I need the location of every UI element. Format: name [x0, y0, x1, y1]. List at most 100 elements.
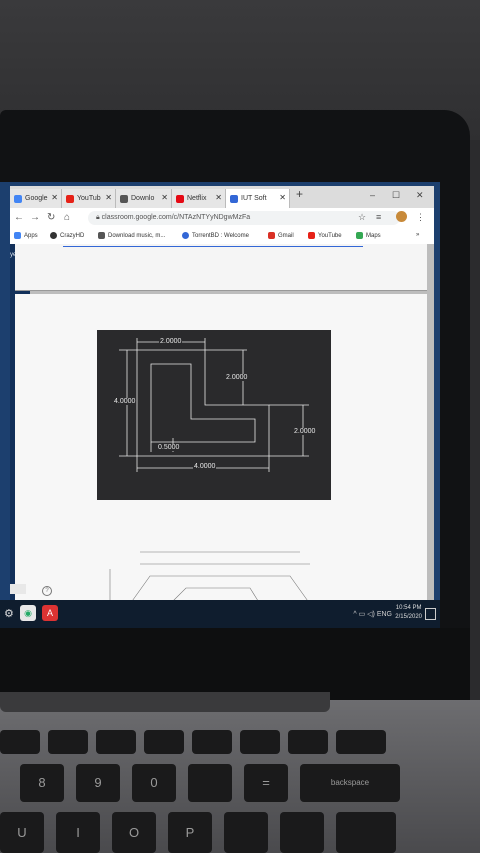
key-equals[interactable]: = — [244, 764, 288, 802]
keyboard: 8 9 0 = backspace U I O P — [0, 730, 480, 853]
autocad-icon[interactable]: A — [42, 605, 58, 621]
dim-right-inner: 2.0000 — [225, 374, 249, 381]
gmail-icon — [268, 232, 275, 239]
key-backspace[interactable]: backspace — [300, 764, 400, 802]
bookmark-crazyhd[interactable]: CrazyHD — [50, 232, 84, 239]
bookmark-label: Gmail — [278, 232, 294, 239]
key[interactable] — [280, 812, 324, 853]
cad-drawing: 2.0000 2.0000 4.0000 2.0000 0.5000 4.000… — [97, 330, 331, 500]
card-accent-line — [63, 246, 363, 247]
chrome-icon[interactable]: ◉ — [20, 605, 36, 621]
rail-box — [10, 584, 26, 594]
key-i[interactable]: I — [56, 812, 100, 853]
classroom-icon — [230, 194, 238, 203]
key[interactable] — [288, 730, 328, 754]
laptop-screen: Google ✕ YouTub ✕ Downlo ✕ Netflix ✕ IUT… — [0, 182, 440, 628]
key-minus[interactable] — [188, 764, 232, 802]
dim-top-width: 2.0000 — [159, 338, 183, 345]
forward-icon[interactable]: → — [30, 212, 40, 223]
close-tab-icon[interactable]: ✕ — [51, 193, 58, 202]
key-p[interactable]: P — [168, 812, 212, 853]
tab-netflix[interactable]: Netflix ✕ — [172, 189, 226, 208]
download-site-icon — [98, 232, 105, 239]
url-text: classroom.google.com/c/NTAzNTYyNDgwMzFa — [101, 214, 251, 221]
address-bar[interactable]: 🔒︎ classroom.google.com/c/NTAzNTYyNDgwMz… — [88, 211, 400, 225]
bookmark-label: Apps — [24, 232, 38, 239]
reading-list-icon[interactable]: ≡ — [376, 212, 381, 222]
tab-google[interactable]: Google ✕ — [10, 189, 62, 208]
clock[interactable]: 10:54 PM 2/15/2020 — [395, 604, 422, 622]
key-9[interactable]: 9 — [76, 764, 120, 802]
bookmark-label: CrazyHD — [60, 232, 85, 239]
key-0[interactable]: 0 — [132, 764, 176, 802]
key[interactable] — [240, 730, 280, 754]
close-window-button[interactable]: ✕ — [416, 190, 424, 201]
netflix-icon — [176, 194, 184, 203]
bookmarks-bar: Apps CrazyHD Download music, m... Torren… — [10, 228, 434, 245]
bookmark-label: Maps — [366, 232, 381, 239]
windows-taskbar: ⚙ ◉ A ^ ▭ ◁) ENG 10:54 PM 2/15/2020 — [0, 600, 440, 628]
key-u[interactable]: U — [0, 812, 44, 853]
bookmark-label: Download music, m... — [108, 232, 166, 239]
bookmark-download-music[interactable]: Download music, m... — [98, 232, 165, 239]
bookmark-torrentbd[interactable]: TorrentBD : Welcome — [182, 232, 249, 239]
key[interactable] — [0, 730, 40, 754]
dim-bottom-width: 4.0000 — [193, 463, 217, 470]
key[interactable] — [224, 812, 268, 853]
tab-youtube[interactable]: YouTub ✕ — [62, 189, 116, 208]
bookmark-gmail[interactable]: Gmail — [268, 232, 294, 239]
tab-label: Downlo — [131, 195, 155, 202]
notification-icon[interactable] — [425, 608, 436, 620]
minimize-button[interactable]: – — [370, 190, 375, 200]
clock-time: 10:54 PM — [395, 605, 422, 611]
tab-label: YouTub — [77, 195, 101, 202]
more-bookmarks-button[interactable]: » — [416, 232, 419, 238]
key[interactable] — [48, 730, 88, 754]
key[interactable] — [336, 730, 386, 754]
apps-grid-icon — [14, 232, 21, 239]
gear-icon[interactable]: ⚙ — [4, 607, 14, 620]
close-tab-icon[interactable]: ✕ — [105, 193, 112, 202]
close-tab-icon[interactable]: ✕ — [215, 193, 222, 202]
bookmark-apps[interactable]: Apps — [14, 232, 38, 239]
clock-date: 2/15/2020 — [395, 614, 422, 620]
close-tab-icon[interactable]: ✕ — [161, 193, 168, 202]
tab-iut-software[interactable]: IUT Soft ✕ — [226, 189, 290, 208]
home-icon[interactable]: ⌂ — [64, 212, 70, 223]
reload-icon[interactable]: ↻ — [47, 212, 55, 223]
new-tab-button[interactable]: + — [296, 187, 303, 201]
maps-icon — [356, 232, 363, 239]
system-tray[interactable]: ^ ▭ ◁) ENG — [353, 610, 392, 618]
profile-avatar[interactable] — [396, 211, 407, 222]
youtube-icon — [308, 232, 315, 239]
key[interactable] — [96, 730, 136, 754]
dim-left-height: 4.0000 — [113, 398, 137, 405]
bookmark-label: TorrentBD : Welcome — [192, 232, 249, 239]
tab-label: Google — [25, 195, 48, 202]
key-o[interactable]: O — [112, 812, 156, 853]
key[interactable] — [192, 730, 232, 754]
dim-wall: 0.5000 — [157, 444, 181, 451]
crazyhd-icon — [50, 232, 57, 239]
bookmark-maps[interactable]: Maps — [356, 232, 381, 239]
download-site-icon — [120, 194, 128, 203]
bookmark-youtube[interactable]: YouTube — [308, 232, 342, 239]
bookmark-label: YouTube — [318, 232, 342, 239]
key[interactable] — [144, 730, 184, 754]
laptop-chin — [0, 628, 470, 700]
laptop-hinge — [0, 692, 330, 712]
key-8[interactable]: 8 — [20, 764, 64, 802]
help-icon[interactable]: ? — [42, 586, 52, 596]
tab-label: Netflix — [187, 195, 207, 202]
close-tab-icon[interactable]: ✕ — [279, 193, 286, 202]
menu-icon[interactable]: ⋮ — [416, 212, 425, 223]
key[interactable] — [336, 812, 396, 853]
tab-download[interactable]: Downlo ✕ — [116, 189, 172, 208]
toolbar: ← → ↻ ⌂ 🔒︎ classroom.google.com/c/NTAzNT… — [10, 208, 434, 228]
outer-profile — [136, 349, 270, 457]
tab-strip: Google ✕ YouTub ✕ Downlo ✕ Netflix ✕ IUT… — [10, 186, 434, 208]
maximize-button[interactable]: ☐ — [392, 190, 400, 201]
google-icon — [14, 194, 22, 203]
star-icon[interactable]: ☆ — [358, 212, 366, 223]
back-icon[interactable]: ← — [14, 212, 24, 223]
